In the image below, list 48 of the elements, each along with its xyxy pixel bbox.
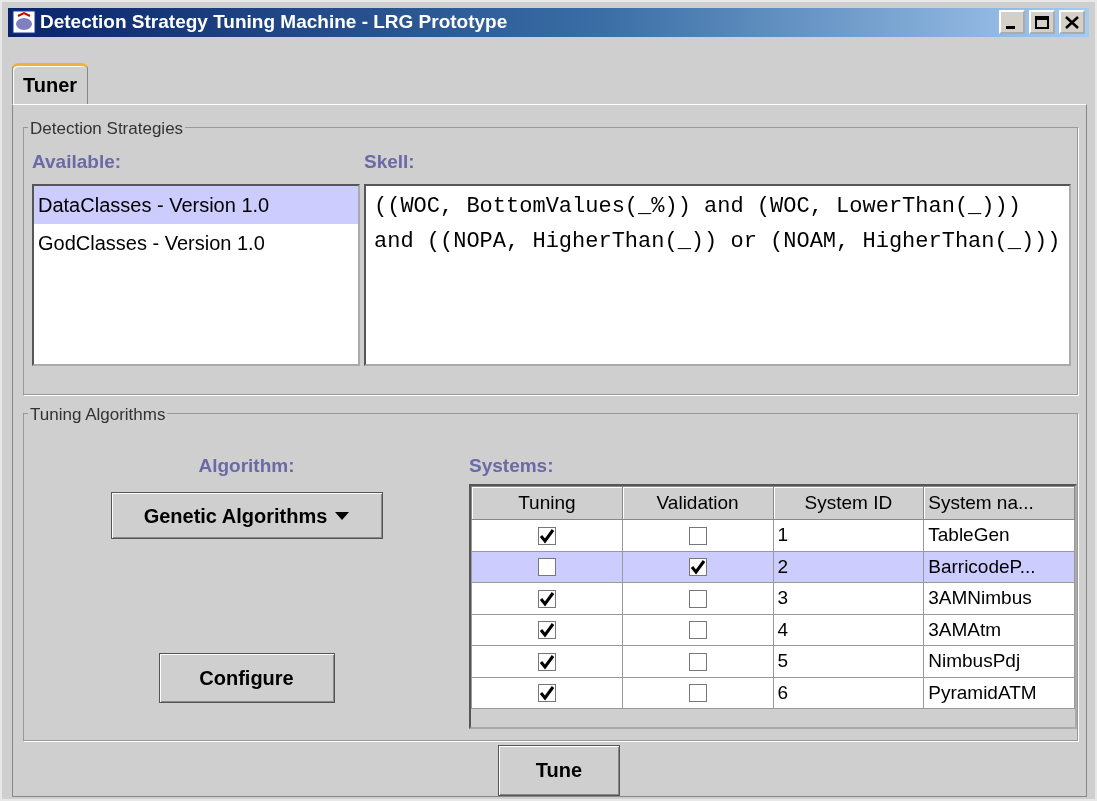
checkbox[interactable]	[537, 621, 556, 640]
checkbox[interactable]	[537, 653, 556, 671]
column-header[interactable]: Tuning	[471, 486, 623, 520]
table-cell: NimbusPdj	[928, 650, 1021, 671]
checkbox[interactable]	[688, 590, 707, 608]
table-cell: 6	[777, 681, 789, 703]
field-label: Algorithm:	[198, 453, 295, 478]
window-title: Detection Strategy Tuning Machine - LRG Prototype	[40, 10, 509, 34]
field-label: Available:	[32, 149, 123, 174]
checkbox[interactable]	[688, 684, 707, 703]
checkbox[interactable]	[688, 653, 707, 671]
table-cell: BarricodeP...	[928, 555, 1036, 577]
checkbox[interactable]	[688, 527, 707, 545]
list-item[interactable]: DataClasses - Version 1.0	[34, 186, 358, 224]
app-icon	[12, 10, 36, 35]
table-cell: 4	[777, 618, 789, 640]
checkbox[interactable]	[688, 621, 707, 640]
table-cell: 5	[777, 650, 789, 671]
list-item[interactable]: GodClasses - Version 1.0	[34, 224, 358, 262]
table-row[interactable]: 3 3AMNimbus	[471, 582, 1075, 614]
checkbox[interactable]	[537, 527, 556, 545]
table-row[interactable]: 1 TableGen	[471, 519, 1075, 551]
table-row[interactable]: 5 NimbusPdj	[471, 645, 1075, 677]
table-cell: 2	[777, 555, 789, 577]
table-cell: 1	[777, 524, 789, 545]
table-cell: PyramidATM	[928, 681, 1037, 703]
table-cell: 3AMNimbus	[928, 587, 1032, 608]
checkbox[interactable]	[537, 558, 556, 577]
table-cell: 3	[777, 587, 789, 608]
checkbox[interactable]	[688, 558, 707, 577]
table-cell: 3AMAtm	[928, 618, 1002, 640]
text-area[interactable]: ((WOC, BottomValues(_%)) and (WOC, LowerThan(_))) and ((NOPA, HigherThan(_)) or (NOAM, HigherThan(_)))	[364, 184, 1071, 366]
field-label: Systems:	[469, 453, 555, 478]
table-row[interactable]: 4 3AMAtm	[471, 614, 1075, 646]
configure-button[interactable]: Configure	[158, 653, 335, 703]
tab[interactable]: Tuner	[12, 62, 89, 104]
table-row[interactable]: 2 BarricodeP...	[471, 551, 1075, 583]
column-header[interactable]: Validation	[622, 486, 773, 520]
checkbox[interactable]	[537, 590, 556, 608]
table-cell: TableGen	[928, 524, 1010, 545]
dropdown[interactable]: Genetic Algorithms	[110, 492, 383, 539]
tune-button[interactable]: Tune	[498, 744, 620, 796]
column-header[interactable]: System na...	[923, 486, 1075, 520]
table-row[interactable]: 6 PyramidATM	[471, 677, 1075, 709]
field-label: Skell:	[364, 149, 415, 174]
checkbox[interactable]	[537, 684, 556, 703]
column-header[interactable]: System ID	[773, 486, 924, 520]
caret-icon	[335, 511, 350, 520]
